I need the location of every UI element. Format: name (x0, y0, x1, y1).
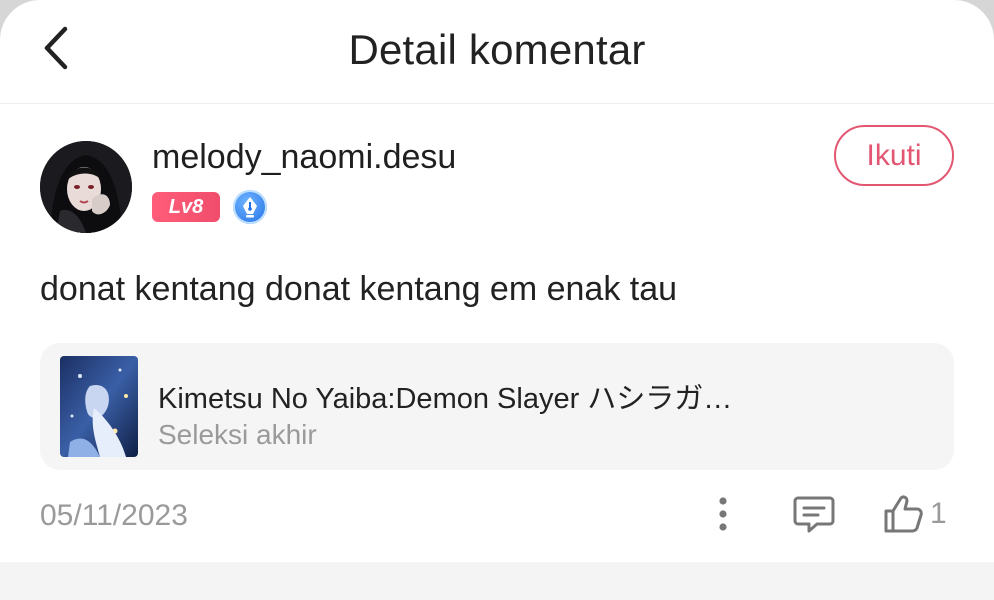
creator-badge (233, 190, 267, 224)
username[interactable]: melody_naomi.desu (152, 138, 456, 177)
comment-icon (793, 496, 835, 533)
follow-button[interactable]: Ikuti (834, 125, 954, 186)
comment-date: 05/11/2023 (40, 499, 188, 532)
divider-band (0, 562, 994, 600)
work-card[interactable]: Kimetsu No Yaiba:Demon Slayer ハシラガ… Sele… (40, 343, 954, 470)
avatar[interactable] (40, 141, 132, 233)
more-options-button[interactable] (706, 490, 740, 538)
reply-button[interactable] (790, 490, 838, 538)
like-count: 1 (930, 497, 947, 530)
work-cover-image (60, 356, 138, 457)
pen-nib-icon (243, 197, 257, 218)
header-bar: Detail komentar (0, 0, 994, 104)
work-title: Kimetsu No Yaiba:Demon Slayer ハシラガ… (158, 383, 733, 415)
comment-text: donat kentang donat kentang em enak tau (40, 270, 678, 308)
thumbs-up-icon (884, 495, 923, 533)
page-title: Detail komentar (348, 26, 646, 73)
comment-detail-sheet: Detail komentar melody_naomi.desu Lv8 Ik… (0, 0, 994, 600)
level-badge: Lv8 (152, 192, 220, 222)
like-button[interactable]: 1 (882, 490, 958, 538)
work-subtitle: Seleksi akhir (158, 419, 317, 450)
avatar-image (40, 141, 132, 233)
more-vertical-icon (719, 497, 727, 531)
